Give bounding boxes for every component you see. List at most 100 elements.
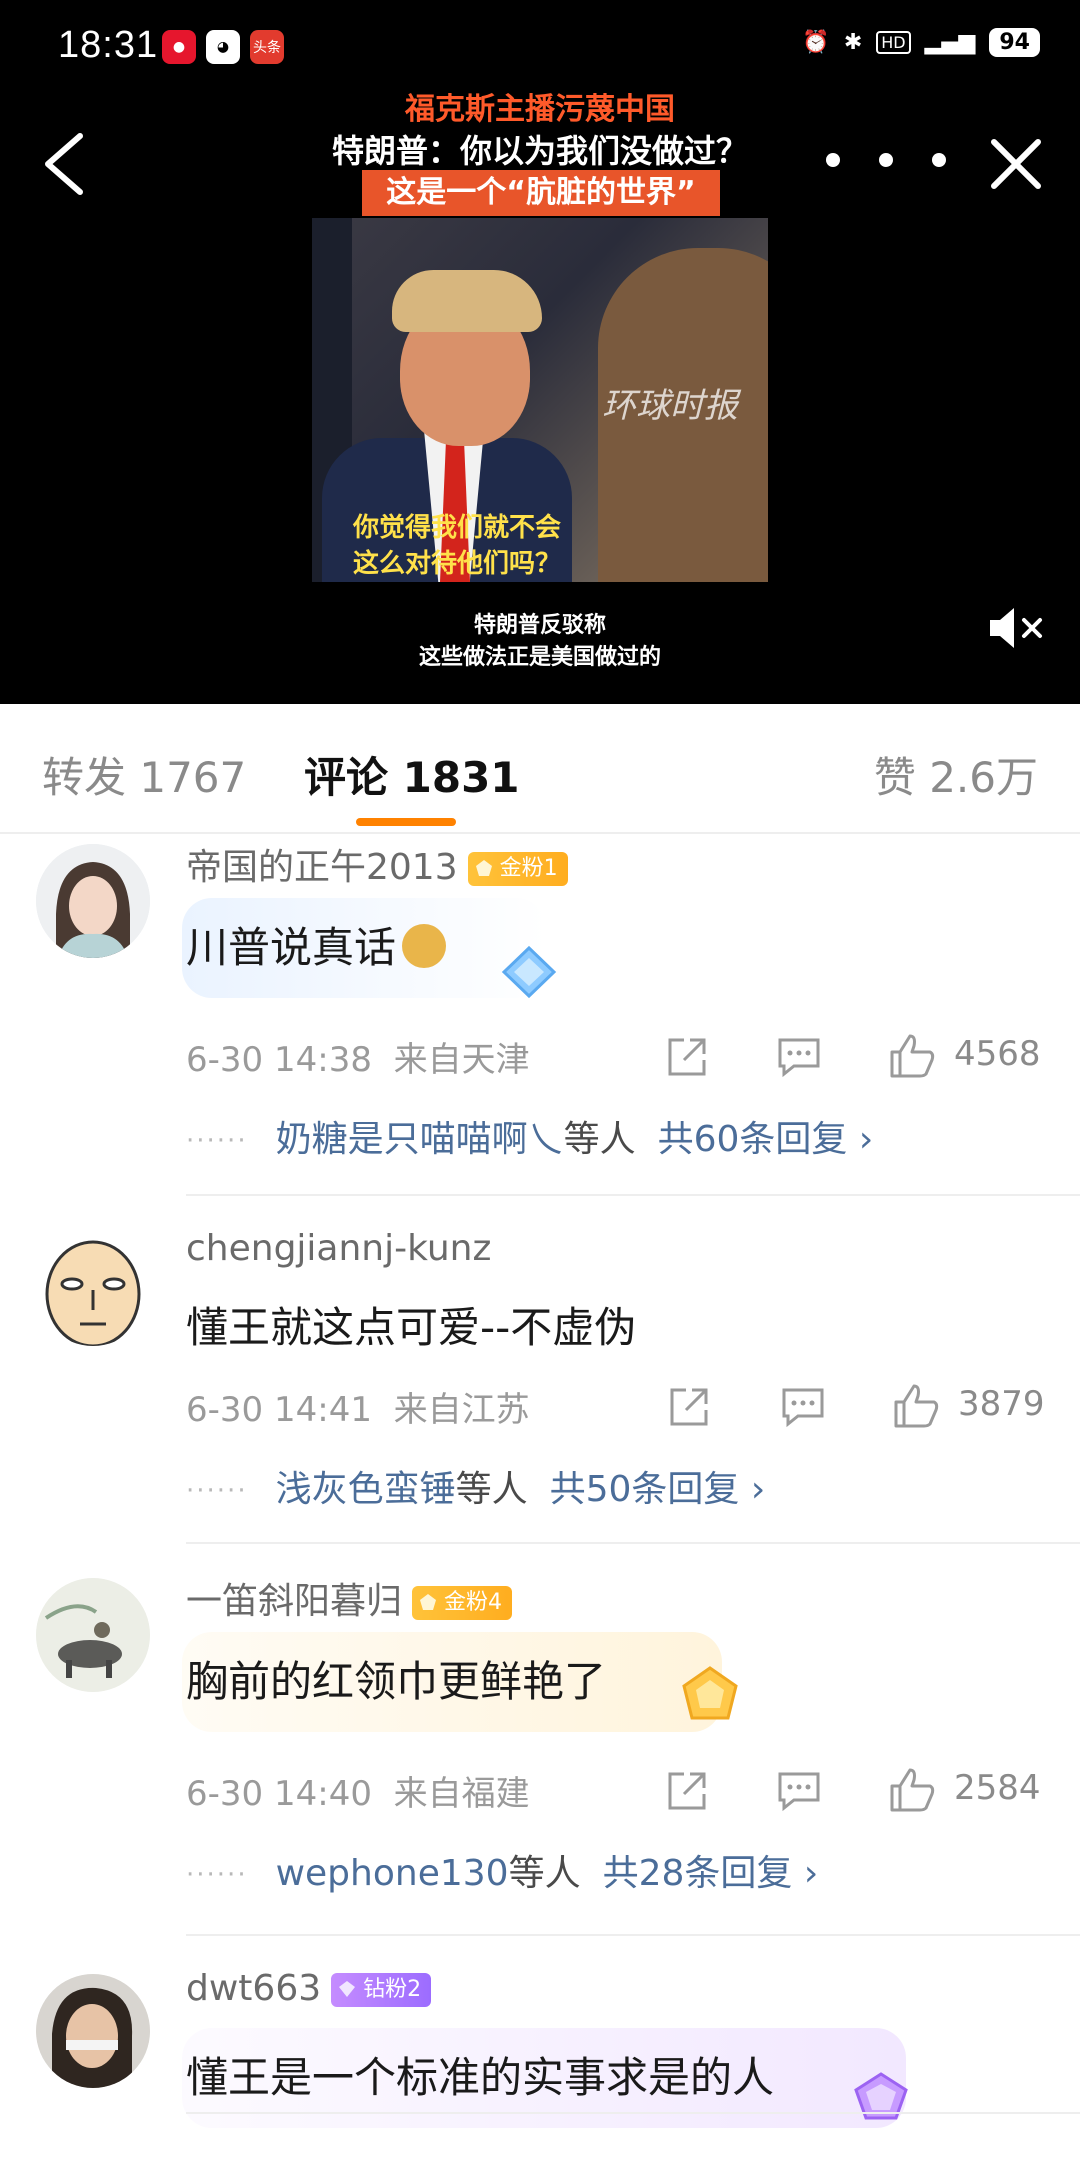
username-text[interactable]: 帝国的正午2013 — [186, 847, 458, 888]
mute-icon[interactable] — [986, 604, 1044, 652]
share-icon[interactable] — [664, 1034, 710, 1080]
fan-badge-label: 金粉4 — [444, 1590, 503, 1615]
comment-date: 6-30 14:40 — [186, 1774, 372, 1814]
status-bar: 18:31 ● ◕ 头条 ⏰ ✱ HD ▂▄▆ 94 — [0, 0, 1080, 96]
comment-divider — [186, 1934, 1080, 1936]
like-count: 2584 — [954, 1768, 1041, 1808]
username-text[interactable]: chengjiannj-kunz — [186, 1228, 491, 1269]
crown-icon — [475, 860, 492, 876]
reply-summary[interactable]: ······ 浅灰色蛮锤等人 共50条回复 › — [186, 1460, 765, 1512]
video-title-top: 福克斯主播污蔑中国 — [405, 92, 675, 127]
comment-text-content: 川普说真话 — [186, 923, 397, 972]
video-caption: 特朗普反驳称 这些做法正是美国做过的 — [0, 610, 1080, 674]
hd-icon: HD — [876, 31, 911, 54]
reply-total-link[interactable]: 共28条回复 › — [603, 1853, 819, 1894]
username-text[interactable]: dwt663 — [186, 1968, 321, 2009]
battery-indicator: 94 — [989, 28, 1040, 57]
comment-location: 来自天津 — [393, 1040, 530, 1080]
reply-icon[interactable] — [776, 1034, 822, 1080]
comment-username[interactable]: dwt663 钻粉2 — [186, 1968, 432, 2009]
comment-date: 6-30 14:38 — [186, 1040, 372, 1080]
tab-like[interactable]: 赞 2.6万 — [874, 744, 1038, 805]
comment-item: 一笛斜阳暮归 金粉4 胸前的红领巾更鲜艳了 6-30 14:40 来自福建 258… — [0, 1570, 1080, 1940]
engagement-tabs: 转发 1767 评论 1831 赞 2.6万 — [0, 704, 1080, 834]
crown-icon — [420, 1594, 437, 1610]
fan-badge-label: 金粉1 — [499, 856, 558, 881]
comment-meta: 6-30 14:38 来自天津 — [186, 1032, 530, 1081]
reply-dots: ······ — [186, 1476, 248, 1506]
reply-icon[interactable] — [780, 1384, 826, 1430]
tab-comment[interactable]: 评论 1831 — [304, 744, 520, 805]
gold-gem-sticker-icon — [682, 1666, 738, 1720]
toutiao-app-icon: 头条 — [250, 30, 284, 64]
video-player[interactable]: 18:31 ● ◕ 头条 ⏰ ✱ HD ▂▄▆ 94 福克斯主播污蔑中国 特朗普… — [0, 0, 1080, 704]
fan-badge-label: 钻粉2 — [363, 1977, 422, 2002]
fan-badge[interactable]: 钻粉2 — [331, 1973, 432, 2007]
active-tab-indicator — [356, 818, 456, 826]
bluetooth-icon: ✱ — [843, 30, 863, 55]
video-caption-line2: 这些做法正是美国做过的 — [418, 645, 661, 670]
video-subtitle-line1: 你觉得我们就不会 — [352, 513, 561, 543]
share-icon[interactable] — [666, 1384, 712, 1430]
fan-badge[interactable]: 金粉1 — [467, 852, 568, 886]
status-time: 18:31 — [58, 24, 159, 66]
reply-dots: ······ — [186, 1126, 248, 1156]
diamond-icon — [339, 1981, 356, 1997]
fan-badge[interactable]: 金粉4 — [412, 1586, 513, 1620]
avatar[interactable] — [36, 1232, 150, 1346]
comment-location: 来自福建 — [393, 1774, 530, 1814]
cat-app-icon: ◕ — [206, 30, 240, 64]
tab-repost[interactable]: 转发 1767 — [42, 744, 246, 805]
video-subtitle: 你觉得我们就不会 这么对待他们吗？ — [312, 510, 602, 582]
reply-dots: ······ — [186, 1860, 248, 1890]
comment-divider — [186, 1194, 1080, 1196]
status-app-icons: ● ◕ 头条 — [162, 30, 284, 64]
reply-summary[interactable]: ······ 奶糖是只喵喵啊乀等人 共60条回复 › — [186, 1110, 873, 1162]
reply-etc: 等人 — [563, 1119, 636, 1160]
reply-summary[interactable]: ······ wephone130等人 共28条回复 › — [186, 1844, 818, 1896]
comment-location: 来自江苏 — [393, 1390, 530, 1430]
signal-icon: ▂▄▆ — [924, 30, 976, 55]
comment-username[interactable]: 一笛斜阳暮归 金粉4 — [186, 1572, 513, 1624]
like-icon[interactable] — [892, 1382, 940, 1430]
reply-users[interactable]: wephone130 — [276, 1853, 509, 1894]
video-frame[interactable]: 环球时报 你觉得我们就不会 这么对待他们吗？ — [312, 218, 768, 582]
reply-total-link[interactable]: 共60条回复 › — [658, 1119, 874, 1160]
comment-username[interactable]: chengjiannj-kunz — [186, 1228, 491, 1269]
avatar[interactable] — [36, 1974, 150, 2088]
comment-date: 6-30 14:41 — [186, 1390, 372, 1430]
purple-gem-sticker-icon — [854, 2072, 908, 2120]
reply-users[interactable]: 浅灰色蛮锤 — [276, 1469, 456, 1510]
comment-text: 胸前的红领巾更鲜艳了 — [186, 1657, 607, 1706]
alarm-icon: ⏰ — [802, 30, 830, 55]
like-count: 4568 — [954, 1034, 1041, 1074]
doge-emoji-icon — [402, 924, 447, 968]
comment-item: chengjiannj-kunz 懂王就这点可爱--不虚伪 6-30 14:41… — [0, 1198, 1080, 1558]
comment-item: 帝国的正午2013 金粉1 川普说真话 6-30 14:38 来自天津 4568 … — [0, 836, 1080, 1196]
like-icon[interactable] — [888, 1032, 936, 1080]
comment-meta: 6-30 14:41 来自江苏 — [186, 1382, 530, 1431]
comment-item: dwt663 钻粉2 懂王是一个标准的实事求是的人 — [0, 1962, 1080, 2164]
reply-total-link[interactable]: 共50条回复 › — [550, 1469, 766, 1510]
share-icon[interactable] — [664, 1768, 710, 1814]
like-icon[interactable] — [888, 1766, 936, 1814]
video-subtitle-line2: 这么对待他们吗？ — [352, 549, 561, 579]
comment-username[interactable]: 帝国的正午2013 金粉1 — [186, 838, 568, 890]
comment-divider — [186, 1542, 1080, 1544]
reply-etc: 等人 — [455, 1469, 528, 1510]
status-indicators: ⏰ ✱ HD ▂▄▆ 94 — [802, 28, 1040, 57]
comment-divider — [186, 2112, 1080, 2114]
reply-users[interactable]: 奶糖是只喵喵啊乀 — [276, 1119, 564, 1160]
avatar[interactable] — [36, 844, 150, 958]
diamond-sticker-icon — [501, 945, 557, 999]
like-count: 3879 — [958, 1384, 1045, 1424]
video-title-main: 特朗普：你以为我们没做过？ — [331, 132, 748, 170]
reply-icon[interactable] — [776, 1768, 822, 1814]
video-caption-line1: 特朗普反驳称 — [473, 613, 606, 638]
video-watermark: 环球时报 — [602, 386, 738, 426]
username-text[interactable]: 一笛斜阳暮归 — [186, 1581, 402, 1622]
avatar[interactable] — [36, 1578, 150, 1692]
comment-text: 川普说真话 — [186, 914, 447, 975]
reply-etc: 等人 — [508, 1853, 581, 1894]
comment-text: 懂王是一个标准的实事求是的人 — [186, 2053, 775, 2102]
